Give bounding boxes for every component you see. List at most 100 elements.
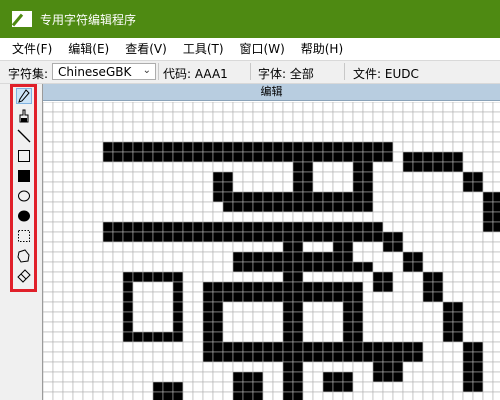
grid-cell[interactable]	[462, 231, 474, 243]
grid-cell[interactable]	[482, 381, 494, 393]
grid-cell[interactable]	[382, 391, 394, 400]
grid-cell[interactable]	[122, 381, 134, 393]
grid-cell[interactable]	[492, 111, 500, 123]
grid-cell[interactable]	[252, 321, 264, 333]
grid-cell[interactable]	[482, 181, 494, 193]
grid-cell[interactable]	[292, 191, 304, 203]
grid-cell[interactable]	[272, 121, 284, 133]
grid-cell[interactable]	[132, 321, 144, 333]
grid-cell[interactable]	[262, 102, 274, 113]
grid-cell[interactable]	[382, 181, 394, 193]
grid-cell[interactable]	[452, 321, 464, 333]
grid-cell[interactable]	[322, 111, 334, 123]
grid-cell[interactable]	[272, 341, 284, 353]
grid-cell[interactable]	[482, 131, 494, 143]
grid-cell[interactable]	[92, 301, 104, 313]
grid-cell[interactable]	[452, 351, 464, 363]
grid-cell[interactable]	[402, 321, 414, 333]
grid-cell[interactable]	[332, 102, 344, 113]
grid-cell[interactable]	[402, 151, 414, 163]
grid-cell[interactable]	[202, 211, 214, 223]
grid-cell[interactable]	[72, 231, 84, 243]
grid-cell[interactable]	[372, 271, 384, 283]
grid-cell[interactable]	[442, 131, 454, 143]
grid-cell[interactable]	[72, 102, 84, 113]
grid-cell[interactable]	[212, 271, 224, 283]
grid-cell[interactable]	[442, 281, 454, 293]
grid-cell[interactable]	[232, 201, 244, 213]
grid-cell[interactable]	[192, 151, 204, 163]
grid-cell[interactable]	[272, 261, 284, 273]
grid-cell[interactable]	[232, 281, 244, 293]
grid-cell[interactable]	[342, 311, 354, 323]
grid-cell[interactable]	[142, 331, 154, 343]
grid-cell[interactable]	[472, 181, 484, 193]
grid-cell[interactable]	[162, 331, 174, 343]
grid-cell[interactable]	[412, 111, 424, 123]
grid-cell[interactable]	[382, 211, 394, 223]
grid-cell[interactable]	[422, 201, 434, 213]
grid-cell[interactable]	[492, 261, 500, 273]
grid-cell[interactable]	[212, 351, 224, 363]
grid-cell[interactable]	[222, 121, 234, 133]
grid-cell[interactable]	[372, 241, 384, 253]
grid-cell[interactable]	[462, 211, 474, 223]
grid-cell[interactable]	[82, 201, 94, 213]
grid-cell[interactable]	[82, 331, 94, 343]
grid-cell[interactable]	[82, 321, 94, 333]
grid-cell[interactable]	[352, 201, 364, 213]
grid-cell[interactable]	[312, 181, 324, 193]
grid-cell[interactable]	[172, 251, 184, 263]
grid-cell[interactable]	[182, 102, 194, 113]
grid-cell[interactable]	[432, 121, 444, 133]
grid-cell[interactable]	[202, 201, 214, 213]
grid-cell[interactable]	[412, 261, 424, 273]
grid-cell[interactable]	[342, 271, 354, 283]
grid-cell[interactable]	[422, 321, 434, 333]
grid-cell[interactable]	[222, 181, 234, 193]
grid-cell[interactable]	[252, 211, 264, 223]
grid-cell[interactable]	[432, 231, 444, 243]
grid-cell[interactable]	[322, 301, 334, 313]
grid-cell[interactable]	[352, 371, 364, 383]
grid-cell[interactable]	[402, 251, 414, 263]
grid-cell[interactable]	[452, 391, 464, 400]
grid-cell[interactable]	[382, 311, 394, 323]
grid-cell[interactable]	[352, 151, 364, 163]
grid-cell[interactable]	[412, 131, 424, 143]
grid-cell[interactable]	[92, 201, 104, 213]
grid-cell[interactable]	[342, 191, 354, 203]
grid-cell[interactable]	[422, 301, 434, 313]
grid-cell[interactable]	[382, 121, 394, 133]
grid-cell[interactable]	[172, 141, 184, 153]
grid-cell[interactable]	[332, 251, 344, 263]
grid-cell[interactable]	[472, 351, 484, 363]
grid-cell[interactable]	[162, 261, 174, 273]
grid-cell[interactable]	[452, 121, 464, 133]
grid-cell[interactable]	[122, 341, 134, 353]
grid-cell[interactable]	[162, 141, 174, 153]
grid-cell[interactable]	[182, 201, 194, 213]
grid-cell[interactable]	[72, 181, 84, 193]
grid-cell[interactable]	[182, 361, 194, 373]
grid-cell[interactable]	[62, 261, 74, 273]
grid-cell[interactable]	[82, 381, 94, 393]
grid-cell[interactable]	[152, 251, 164, 263]
grid-cell[interactable]	[172, 221, 184, 233]
grid-cell[interactable]	[152, 391, 164, 400]
grid-cell[interactable]	[152, 111, 164, 123]
grid-cell[interactable]	[122, 281, 134, 293]
grid-cell[interactable]	[242, 331, 254, 343]
grid-cell[interactable]	[142, 371, 154, 383]
grid-cell[interactable]	[352, 211, 364, 223]
grid-cell[interactable]	[472, 371, 484, 383]
grid-cell[interactable]	[492, 361, 500, 373]
grid-cell[interactable]	[92, 121, 104, 133]
grid-cell[interactable]	[262, 171, 274, 183]
grid-cell[interactable]	[252, 381, 264, 393]
grid-cell[interactable]	[462, 221, 474, 233]
grid-cell[interactable]	[332, 191, 344, 203]
grid-cell[interactable]	[92, 191, 104, 203]
grid-cell[interactable]	[132, 131, 144, 143]
grid-cell[interactable]	[312, 351, 324, 363]
